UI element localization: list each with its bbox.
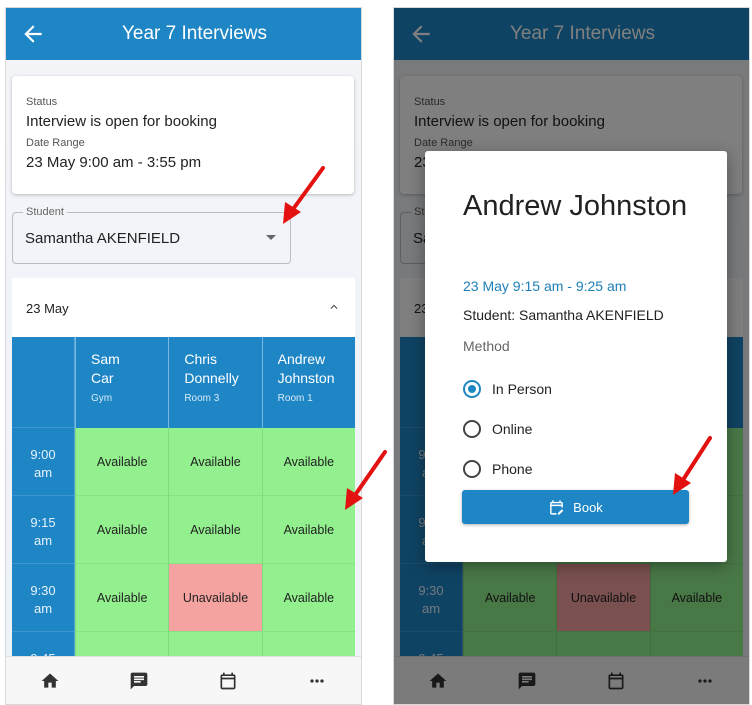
student-select-value: Samantha AKENFIELD (25, 230, 181, 247)
chevron-up-icon[interactable] (327, 300, 341, 314)
page-title: Year 7 Interviews (121, 23, 268, 44)
method-option-online[interactable]: Online (463, 420, 532, 438)
slot-available[interactable]: Available (168, 496, 262, 564)
app-bar: Year 7 Interviews (6, 8, 361, 60)
slot-available[interactable]: Available (75, 496, 169, 564)
teacher-first-name: Sam (91, 351, 120, 367)
book-button-label: Book (573, 499, 603, 515)
teacher-first-name: Chris (184, 351, 217, 367)
schedule-header-row: Sam Car Gym Chris Donnelly Room 3 Andrew… (12, 337, 355, 428)
schedule-row: 9:30 am Available Unavailable Available (12, 564, 355, 632)
slot-available[interactable]: Available (75, 428, 169, 496)
calendar-icon (220, 672, 236, 689)
bottom-nav (6, 656, 361, 704)
teacher-last-name: Car (91, 370, 114, 386)
annotation-arrow-student-select (283, 166, 325, 224)
teacher-last-name: Donnelly (184, 370, 239, 386)
nav-calendar[interactable] (208, 667, 248, 695)
student-select[interactable]: Student Samantha AKENFIELD (12, 206, 291, 264)
home-icon (42, 673, 59, 688)
slot-unavailable: Unavailable (168, 564, 262, 632)
slot-available[interactable]: Available (75, 564, 169, 632)
slot-available[interactable]: Available (261, 564, 355, 632)
method-option-label: Phone (492, 461, 533, 477)
method-option-in-person[interactable]: In Person (463, 380, 552, 398)
schedule-grid: Sam Car Gym Chris Donnelly Room 3 Andrew… (12, 337, 355, 700)
nav-more[interactable] (297, 667, 337, 695)
day-date: 23 May (26, 301, 69, 316)
date-range-label: Date Range (26, 137, 85, 149)
day-header[interactable]: 23 May (12, 278, 355, 337)
teacher-room: Room 1 (277, 393, 313, 404)
time-period: am (33, 533, 53, 548)
teacher-room: Room 3 (184, 393, 220, 404)
student-select-label: Student (23, 206, 67, 218)
teacher-header: Sam Car Gym (75, 337, 169, 428)
annotation-arrow-book-button (673, 436, 712, 495)
teacher-last-name: Johnston (277, 370, 335, 386)
time-column-header (12, 337, 75, 428)
more-icon (309, 678, 324, 683)
time-cell: 9:30 am (12, 564, 75, 632)
page-content: Status Interview is open for booking Dat… (6, 60, 361, 700)
time-period: am (33, 601, 53, 616)
method-option-label: Online (492, 421, 533, 437)
method-option-label: In Person (492, 381, 552, 397)
nav-home[interactable] (30, 667, 70, 695)
phone-screen-schedule: Year 7 Interviews Status Interview is op… (6, 8, 361, 704)
time-value: 9:00 (30, 447, 56, 462)
teacher-room: Gym (91, 393, 113, 404)
radio-unchecked-icon[interactable] (463, 460, 481, 478)
time-period: am (33, 465, 53, 480)
time-cell: 9:00 am (12, 428, 75, 496)
annotation-arrow-available-slot (345, 450, 387, 510)
dialog-student: Student: Samantha AKENFIELD (463, 307, 664, 323)
slot-available[interactable]: Available (168, 428, 262, 496)
radio-unchecked-icon[interactable] (463, 420, 481, 438)
time-value: 9:15 (30, 515, 56, 530)
phone-screen-booking-dialog: Year 7 Interviews Status Interview is op… (394, 8, 749, 704)
method-option-phone[interactable]: Phone (463, 460, 532, 478)
schedule-row: 9:15am Available Available Available (12, 496, 355, 564)
status-value: Interview is open for booking (26, 113, 217, 130)
back-arrow-icon[interactable] (20, 21, 46, 47)
schedule-row: 9:00am Available Available Available (12, 428, 355, 496)
booking-dialog: Andrew Johnston 23 May 9:15 am - 9:25 am… (425, 151, 727, 562)
day-panel: 23 May Sam Car Gym Chris Donnelly Room 3 (12, 278, 355, 700)
time-value: 9:30 (30, 583, 56, 598)
time-cell: 9:15 am (12, 496, 75, 564)
dialog-teacher-name: Andrew Johnston (463, 190, 688, 222)
nav-messages[interactable] (119, 667, 159, 695)
chat-icon (130, 672, 148, 689)
book-button[interactable]: Book (462, 490, 689, 524)
status-label: Status (26, 96, 58, 108)
method-label: Method (463, 338, 510, 354)
radio-checked-icon[interactable] (463, 380, 481, 398)
calendar-edit-icon (550, 499, 564, 515)
teacher-header: Chris Donnelly Room 3 (168, 337, 262, 428)
dropdown-caret-icon[interactable] (266, 235, 276, 240)
dialog-time: 23 May 9:15 am - 9:25 am (463, 278, 627, 294)
teacher-first-name: Andrew (277, 351, 326, 367)
teacher-header: Andrew Johnston Room 1 (261, 337, 355, 428)
